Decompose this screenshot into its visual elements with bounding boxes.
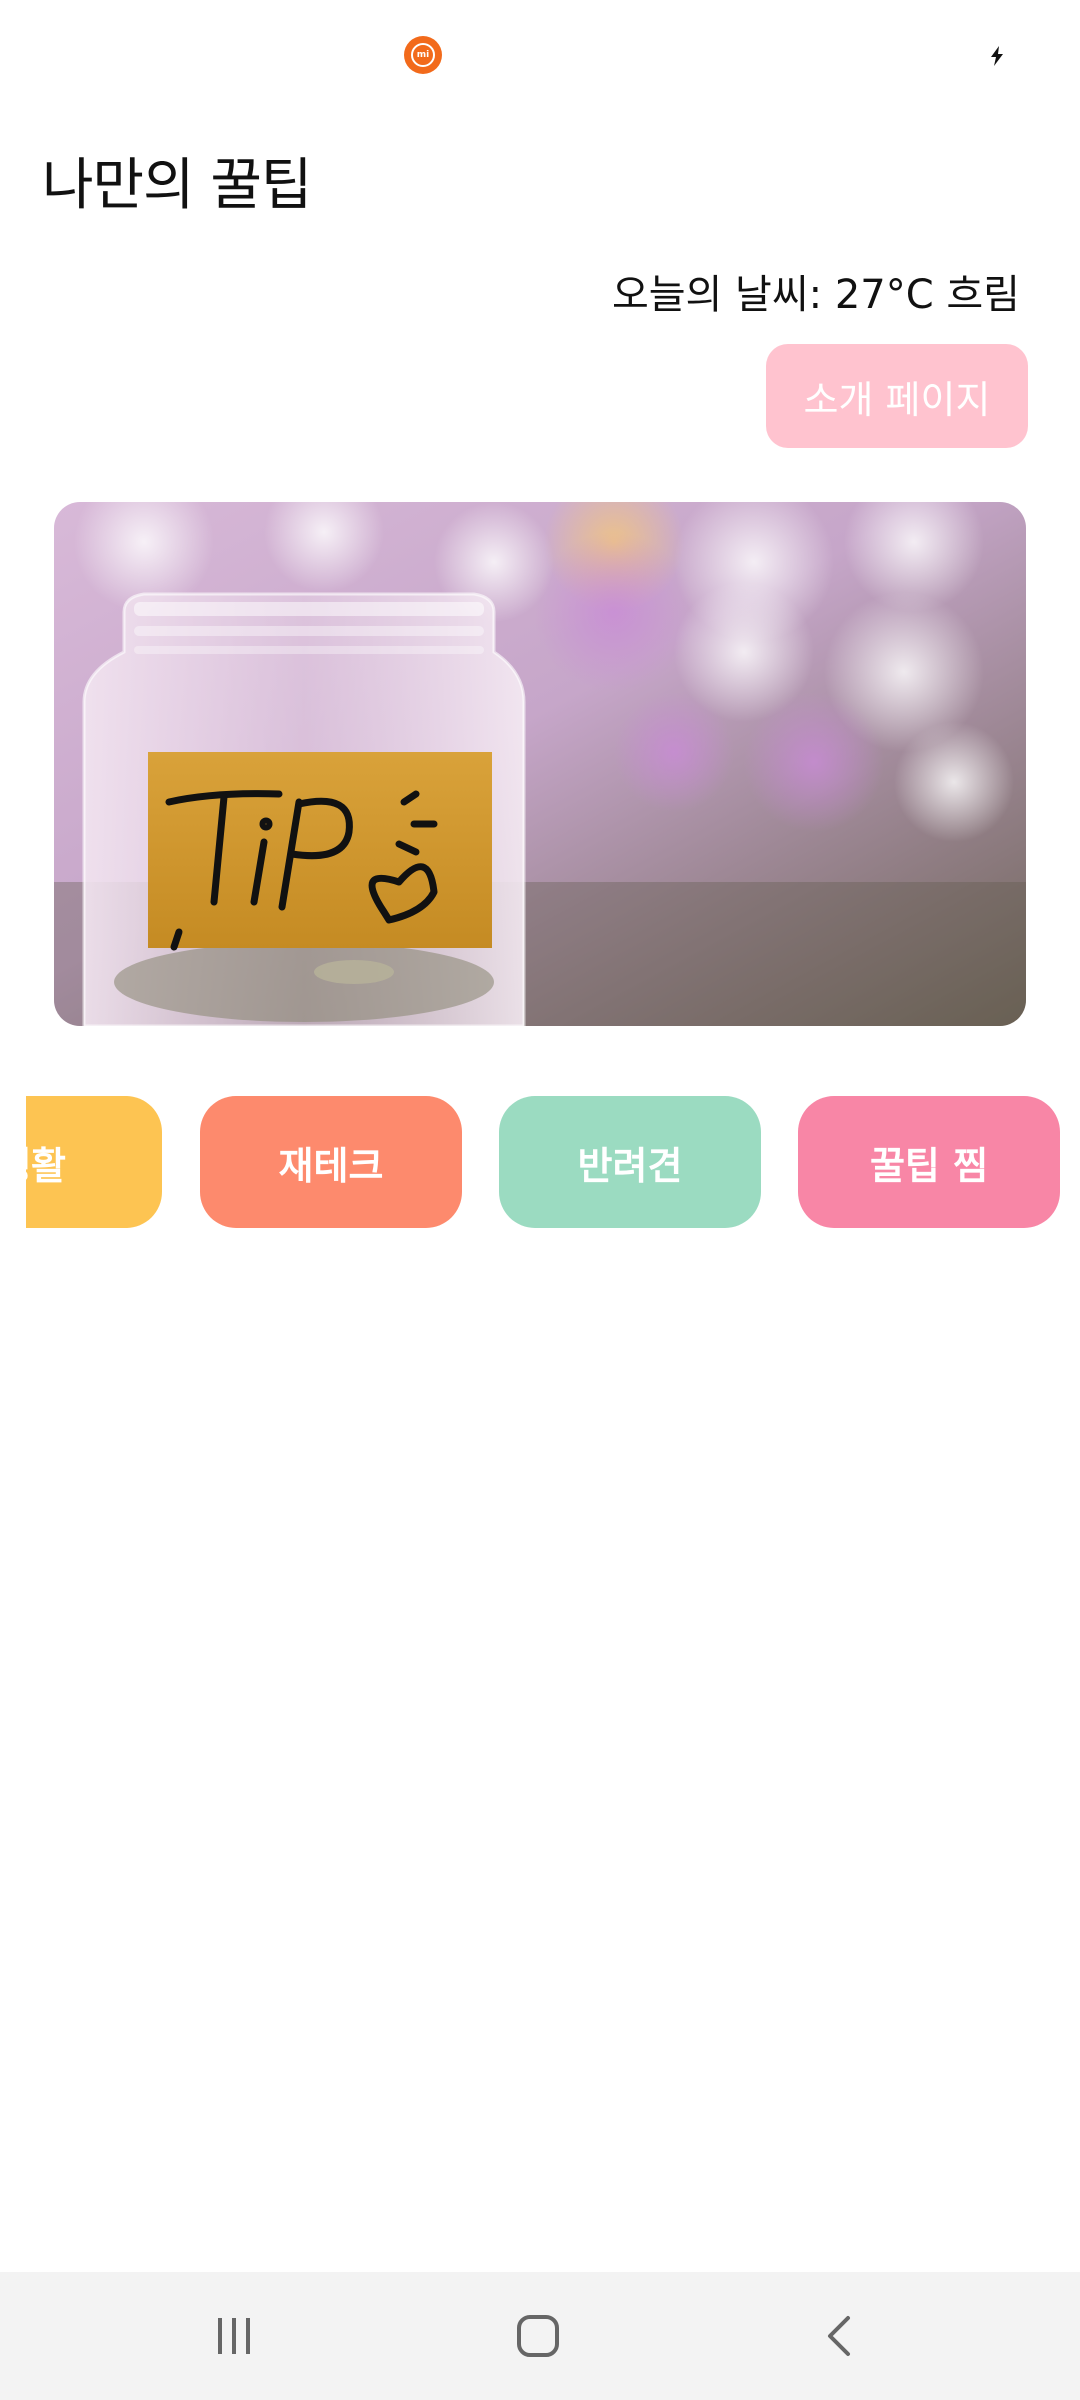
tip-jar-image [54,502,1026,1026]
category-list[interactable]: 생활 재테크 반려견 꿀팁 찜 [0,1096,1080,1228]
mi-app-icon-text: mi [411,43,435,67]
category-chip-saved-tips[interactable]: 꿀팁 찜 [798,1096,1060,1228]
intro-page-button[interactable]: 소개 페이지 [766,344,1028,448]
recent-apps-icon[interactable] [154,2272,314,2400]
category-chip-living[interactable]: 생활 [26,1096,162,1228]
mi-app-icon: mi [404,36,442,74]
navigation-bar [0,2272,1080,2400]
category-chip-finance[interactable]: 재테크 [200,1096,462,1228]
charging-bolt-icon [991,46,1003,66]
weather-text: 오늘의 날씨: 27°C 흐림 [611,272,1020,318]
back-icon[interactable] [760,2272,920,2400]
category-chip-clip: 생활 [26,1096,162,1228]
app-screen: mi 나만의 꿀팁 오늘의 날씨: 27°C 흐림 소개 페이지 활 재테크 반… [0,0,1080,2400]
home-icon[interactable] [458,2272,618,2400]
status-bar: mi [0,0,1080,110]
category-chip-dog[interactable]: 반려견 [499,1096,761,1228]
page-title: 나만의 꿀팁 [42,153,312,218]
